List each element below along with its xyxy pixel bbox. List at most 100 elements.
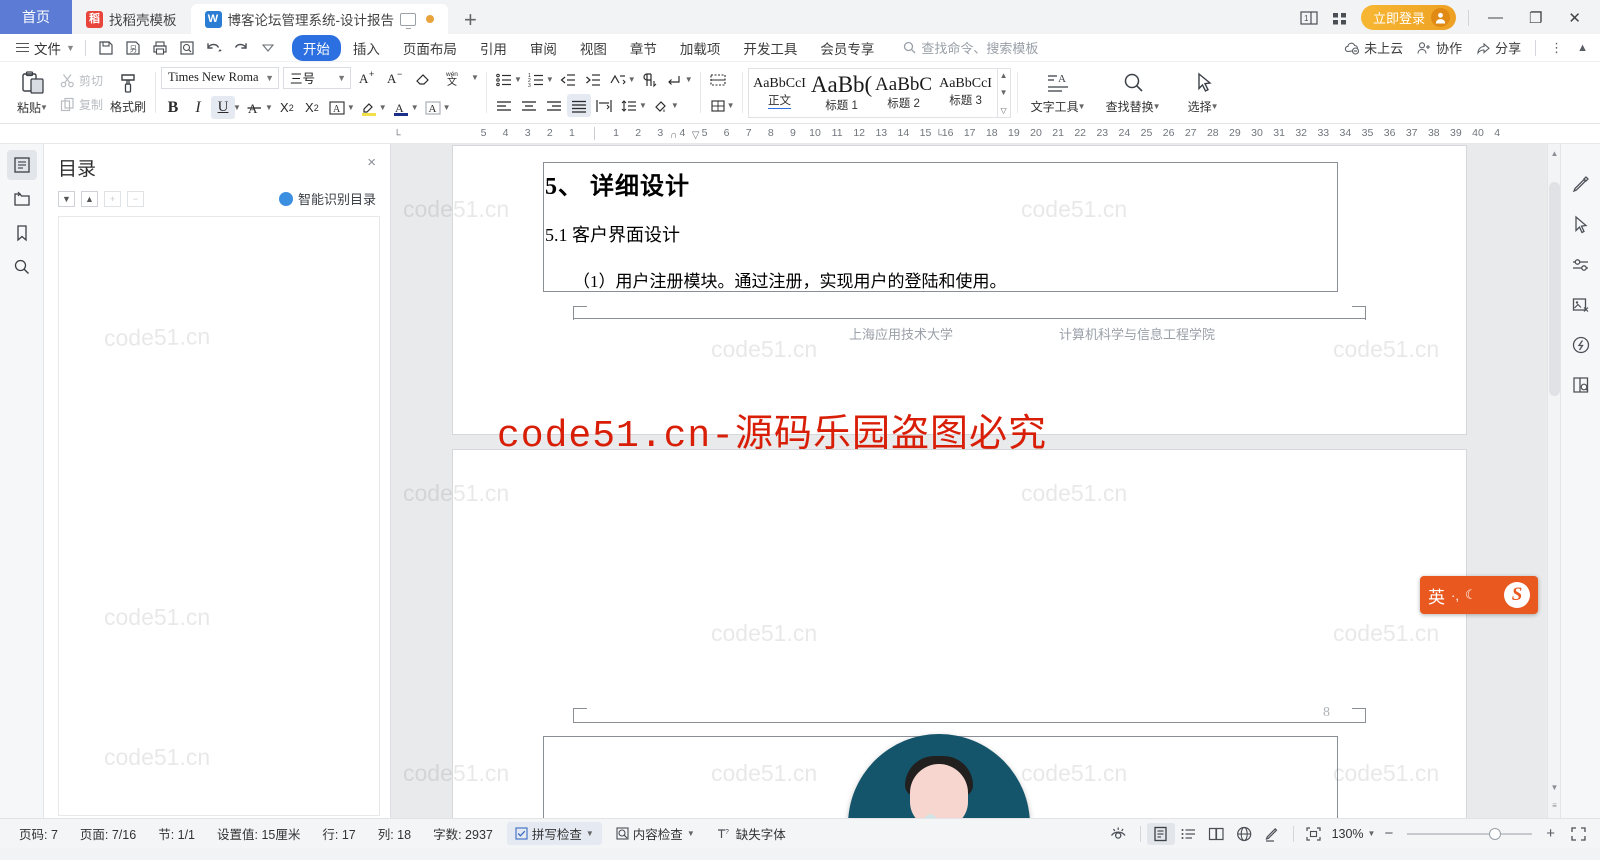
document-page-7[interactable]: 5、 详细设计 5.1 客户界面设计 （1）用户注册模块。通过注册，实现用户的登… bbox=[403, 146, 1466, 458]
ime-moon-icon[interactable]: ☾ bbox=[1465, 587, 1477, 603]
horizontal-ruler[interactable]: 5 4 3 2 1 1 2 3 4 5 6 7 8 9 10 11 12 13 14 15 16 17 18 19 20 21 22… bbox=[391, 124, 1500, 143]
chevron-down-icon[interactable]: ▼ bbox=[233, 103, 241, 112]
font-color-button[interactable]: A bbox=[389, 96, 413, 119]
style-heading-2[interactable]: AaBbC 标题 2 bbox=[873, 69, 935, 117]
first-line-indent-marker[interactable]: ∩ bbox=[670, 130, 677, 141]
bullet-list-button[interactable] bbox=[492, 68, 516, 91]
minimize-button[interactable]: — bbox=[1481, 9, 1510, 26]
pen-edit-icon[interactable] bbox=[1567, 172, 1595, 198]
zoom-out-button[interactable]: − bbox=[1379, 825, 1398, 842]
ime-mode-label[interactable]: 英 bbox=[1428, 583, 1445, 608]
save-as-icon[interactable]: 另 bbox=[121, 37, 145, 59]
document-vertical-scrollbar[interactable]: ▲ ▼ ≡ bbox=[1547, 144, 1560, 818]
font-family-select[interactable]: Times New Roma ▼ bbox=[161, 66, 280, 89]
sort-button[interactable] bbox=[606, 68, 630, 91]
chevron-down-icon[interactable]: ▼ bbox=[379, 103, 387, 112]
status-page-count[interactable]: 页面: 7/16 bbox=[69, 824, 147, 843]
scrollbar-thumb[interactable] bbox=[1549, 182, 1560, 396]
ribbon-tab-devtools[interactable]: 开发工具 bbox=[732, 35, 808, 61]
underline-button[interactable]: U bbox=[211, 96, 236, 119]
scroll-next-page-icon[interactable]: ≡ bbox=[1548, 798, 1560, 812]
scroll-down-icon[interactable]: ▼ bbox=[1000, 88, 1008, 97]
eye-icon[interactable] bbox=[1106, 823, 1134, 845]
increase-indent-button[interactable] bbox=[581, 68, 605, 91]
status-page-code[interactable]: 页码: 7 bbox=[8, 824, 69, 843]
image-tools-icon[interactable] bbox=[1567, 292, 1595, 318]
present-icon[interactable] bbox=[400, 12, 416, 29]
chevron-down-icon[interactable]: ▼ bbox=[265, 103, 273, 112]
style-body[interactable]: AaBbCcI 正文 bbox=[749, 69, 811, 117]
zoom-slider[interactable]: − + bbox=[1379, 825, 1560, 842]
show-formatting-button[interactable] bbox=[638, 68, 662, 91]
command-search-input[interactable]: 查找命令、搜索模板 bbox=[903, 38, 1038, 57]
document-page-8[interactable]: 8 code51.cn code51.cn code51.cn code51.c… bbox=[403, 450, 1466, 818]
chevron-down-icon[interactable]: ▼ bbox=[628, 75, 636, 84]
hanging-indent-marker[interactable]: ▽ bbox=[692, 130, 700, 141]
status-contentcheck[interactable]: 内容检查 ▼ bbox=[605, 824, 706, 843]
cursor-pointer-icon[interactable] bbox=[1567, 212, 1595, 238]
sidebar-search-button[interactable] bbox=[7, 252, 37, 282]
highlight-color-button[interactable] bbox=[357, 96, 381, 119]
redo-icon[interactable] bbox=[229, 37, 253, 59]
sogou-logo-icon[interactable]: S bbox=[1504, 582, 1530, 608]
line-spacing-button[interactable] bbox=[617, 94, 641, 117]
decrease-font-size-button[interactable]: A − bbox=[383, 66, 407, 89]
table-borders-button[interactable] bbox=[706, 68, 730, 91]
scroll-up-icon[interactable]: ▲ bbox=[1548, 146, 1560, 160]
paste-button[interactable]: 粘贴 ▼ bbox=[10, 65, 56, 121]
login-button[interactable]: 立即登录 bbox=[1360, 5, 1456, 30]
share-button[interactable]: 分享 bbox=[1476, 38, 1521, 57]
text-effects-button[interactable]: A bbox=[421, 96, 445, 119]
style-heading-3[interactable]: AaBbCcI 标题 3 bbox=[935, 69, 997, 117]
more-options-icon[interactable]: ⋮ bbox=[1550, 40, 1563, 56]
chevron-down-icon[interactable]: ▼ bbox=[727, 101, 735, 110]
decrease-indent-button[interactable] bbox=[556, 68, 580, 91]
ribbon-tab-section[interactable]: 章节 bbox=[619, 35, 668, 61]
ribbon-tab-membership[interactable]: 会员专享 bbox=[809, 35, 885, 61]
ribbon-tab-view[interactable]: 视图 bbox=[569, 35, 618, 61]
chevron-up-icon[interactable]: ▲ bbox=[81, 190, 98, 207]
smart-toc-button[interactable]: 智能识别目录 bbox=[278, 189, 376, 208]
chevron-down-icon[interactable]: ▼ bbox=[685, 75, 693, 84]
chevron-down-icon[interactable]: ▼ bbox=[471, 73, 479, 82]
tab-docer-template[interactable]: 稻 找稻壳模板 bbox=[72, 4, 191, 34]
save-icon[interactable] bbox=[94, 37, 118, 59]
collapse-ribbon-icon[interactable]: ▲ bbox=[1577, 42, 1588, 54]
page-view-icon[interactable] bbox=[1146, 822, 1175, 845]
chevron-down-icon[interactable]: ▼ bbox=[1153, 102, 1161, 111]
chevron-down-icon[interactable]: ▼ bbox=[546, 75, 554, 84]
status-word-count[interactable]: 字数: 2937 bbox=[422, 824, 504, 843]
ribbon-tab-insert[interactable]: 插入 bbox=[342, 35, 391, 61]
web-view-icon[interactable] bbox=[1231, 823, 1259, 845]
tab-document[interactable]: W 博客论坛管理系统-设计报告 bbox=[190, 4, 448, 34]
chevron-down-icon[interactable]: ▼ bbox=[639, 101, 647, 110]
chevron-down-icon[interactable]: ▼ bbox=[1211, 102, 1219, 111]
status-setting-value[interactable]: 设置值: 15厘米 bbox=[206, 824, 311, 843]
close-icon[interactable]: × bbox=[367, 154, 376, 171]
screen-layout-icon[interactable]: 1 bbox=[1299, 10, 1319, 26]
new-tab-button[interactable]: + bbox=[448, 6, 493, 34]
subscript-button[interactable]: X2 bbox=[300, 96, 324, 119]
bold-button[interactable]: B bbox=[161, 96, 185, 119]
sidebar-bookmark-button[interactable] bbox=[7, 218, 37, 248]
justify-button[interactable] bbox=[566, 94, 591, 117]
ribbon-tab-pagelayout[interactable]: 页面布局 bbox=[392, 35, 468, 61]
outline-view-icon[interactable] bbox=[1175, 823, 1203, 845]
ribbon-tab-addins[interactable]: 加载项 bbox=[669, 35, 732, 61]
numbered-list-button[interactable]: 123 bbox=[524, 68, 548, 91]
collapse-all-icon[interactable]: − bbox=[127, 190, 144, 207]
status-row[interactable]: 行: 17 bbox=[311, 824, 366, 843]
fullscreen-icon[interactable] bbox=[1564, 823, 1592, 845]
tab-stop-marker[interactable]: └ bbox=[935, 130, 942, 141]
strikethrough-button[interactable]: A bbox=[243, 96, 267, 119]
zoom-level-label[interactable]: 130% ▼ bbox=[1328, 827, 1380, 841]
customize-toolbar-icon[interactable] bbox=[256, 37, 280, 59]
font-size-select[interactable]: 三号 ▼ bbox=[283, 66, 352, 89]
status-spellcheck[interactable]: 拼写检查 ▼ bbox=[506, 822, 602, 845]
ribbon-tab-review[interactable]: 审阅 bbox=[519, 35, 568, 61]
tab-stop-marker[interactable]: └ bbox=[393, 130, 400, 141]
tab-home[interactable]: 首页 bbox=[0, 0, 72, 34]
status-missing-font[interactable]: ? 缺失字体 bbox=[706, 824, 797, 843]
ime-punctuation-icon[interactable]: ·, bbox=[1451, 588, 1459, 603]
style-gallery-scroll[interactable]: ▲ ▼ ▽ bbox=[996, 68, 1010, 117]
